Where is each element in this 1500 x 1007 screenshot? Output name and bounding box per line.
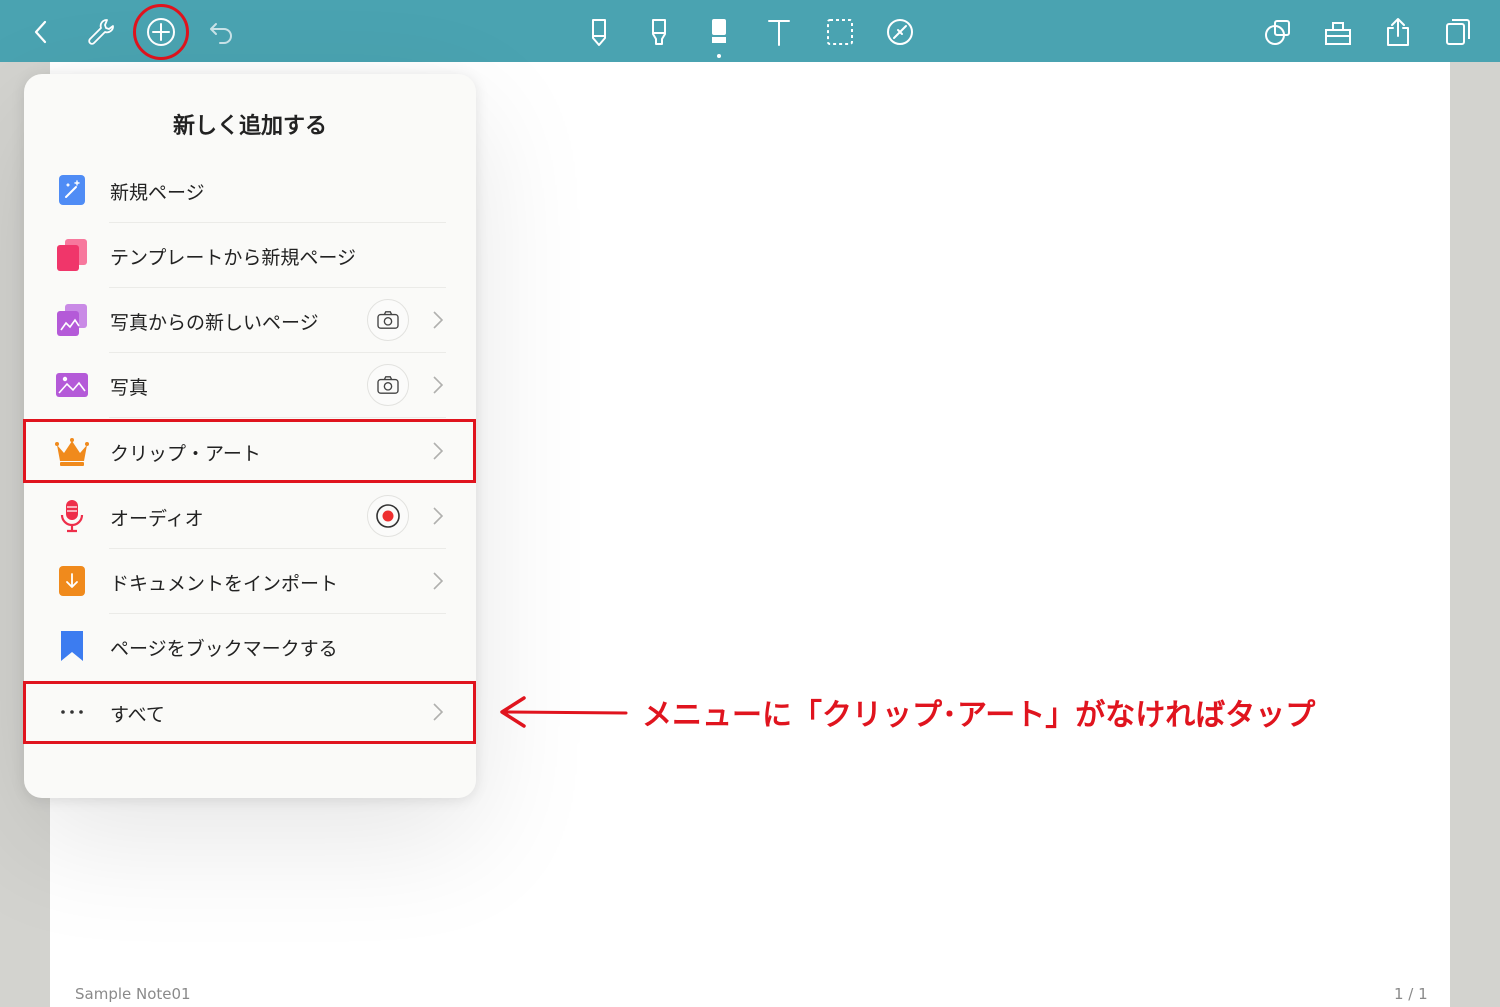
camera-icon [377, 376, 399, 394]
menu-item-label: テンプレートから新規ページ [110, 247, 357, 269]
share-icon[interactable] [1379, 13, 1417, 51]
camera-button[interactable] [367, 299, 409, 341]
pages-icon[interactable] [1439, 13, 1477, 51]
page-indicator: 1 / 1 [1394, 985, 1428, 1003]
photo-icon [54, 367, 90, 403]
laser-icon[interactable] [881, 13, 919, 51]
menu-item-page-from-photo[interactable]: 写真からの新しいページ [24, 288, 476, 353]
highlighter-icon[interactable] [640, 13, 678, 51]
wrench-icon[interactable] [82, 13, 120, 51]
microphone-icon [54, 498, 90, 534]
template-icon [54, 237, 90, 273]
menu-item-label: 新規ページ [110, 182, 205, 204]
camera-icon [377, 311, 399, 329]
selected-tool-dot [717, 54, 721, 58]
note-name: Sample Note01 [75, 985, 191, 1003]
record-icon [376, 504, 400, 528]
menu-item-label: ドキュメントをインポート [110, 573, 339, 595]
magic-wand-icon [54, 172, 90, 208]
menu-item-label: ページをブックマークする [110, 638, 338, 660]
chevron-right-icon [433, 376, 444, 394]
menu-item-label: オーディオ [110, 508, 204, 530]
camera-button[interactable] [367, 364, 409, 406]
menu-item-label: 写真からの新しいページ [110, 312, 319, 334]
undo-icon[interactable] [202, 13, 240, 51]
record-button[interactable] [367, 495, 409, 537]
text-icon[interactable] [760, 13, 798, 51]
shapes-icon[interactable] [1259, 13, 1297, 51]
bookmark-icon [54, 628, 90, 664]
all-highlight-box [23, 681, 476, 744]
chevron-right-icon [433, 311, 444, 329]
top-toolbar [0, 0, 1500, 62]
tray-icon[interactable] [1319, 13, 1357, 51]
menu-item-template-page[interactable]: テンプレートから新規ページ [24, 223, 476, 288]
clip-art-highlight-box [23, 419, 476, 483]
pen-icon[interactable] [580, 13, 618, 51]
menu-item-label: 写真 [110, 377, 149, 399]
back-chevron-icon[interactable] [22, 13, 60, 51]
menu-item-new-page[interactable]: 新規ページ [24, 158, 476, 223]
lasso-icon[interactable] [821, 13, 859, 51]
plus-highlight-ring [133, 4, 189, 60]
chevron-right-icon [433, 572, 444, 590]
photo-page-icon [54, 302, 90, 338]
menu-item-audio[interactable]: オーディオ [24, 484, 476, 549]
menu-item-import-document[interactable]: ドキュメントをインポート [24, 549, 476, 614]
menu-item-photo[interactable]: 写真 [24, 353, 476, 418]
popover-title: 新しく追加する [172, 114, 327, 139]
menu-item-bookmark-page[interactable]: ページをブックマークする [24, 614, 476, 679]
import-icon [54, 563, 90, 599]
eraser-icon[interactable] [700, 13, 738, 51]
annotation-text: メニューに「クリップ･アート」がなければタップ [642, 698, 1316, 733]
annotation-arrow-icon [500, 696, 628, 728]
chevron-right-icon [433, 507, 444, 525]
